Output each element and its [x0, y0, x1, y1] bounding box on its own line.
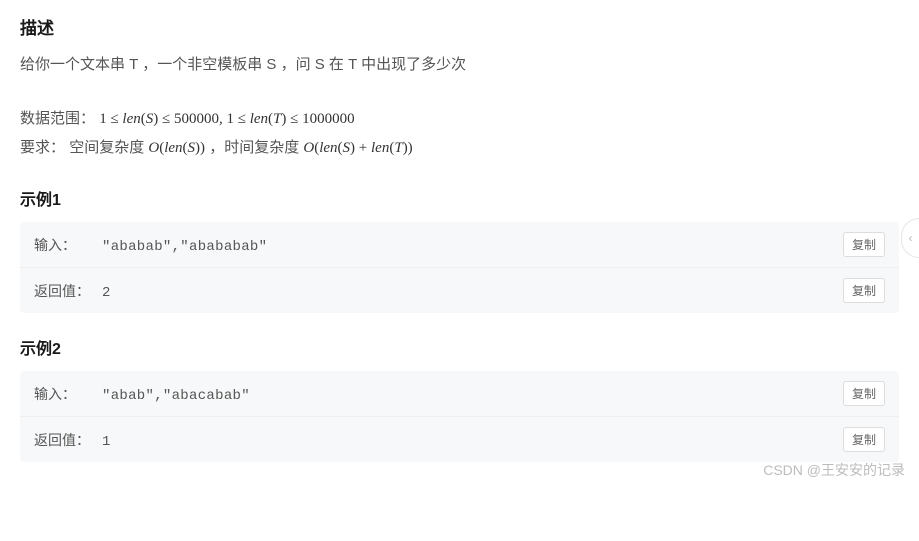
- copy-button[interactable]: 复制: [843, 232, 885, 257]
- scroll-hint-tab[interactable]: ‹: [901, 218, 919, 258]
- example-row: 返回值： 1 复制: [20, 416, 899, 462]
- watermark-text: CSDN @王安安的记录: [763, 460, 905, 480]
- copy-button[interactable]: 复制: [843, 278, 885, 303]
- space-label: 空间复杂度: [69, 139, 148, 156]
- data-range-label: 数据范围：: [20, 110, 95, 127]
- example-row: 输入： "ababab","abababab" 复制: [20, 222, 899, 267]
- data-range-line: 数据范围： 1 ≤ len(S) ≤ 500000, 1 ≤ len(T) ≤ …: [20, 105, 899, 134]
- space-formula: O(len(S)): [148, 140, 205, 156]
- example-row: 返回值： 2 复制: [20, 267, 899, 313]
- row-label-return: 返回值：: [34, 281, 98, 301]
- copy-button[interactable]: 复制: [843, 381, 885, 406]
- row-value-return: 2: [102, 285, 111, 301]
- example-block: 输入： "ababab","abababab" 复制 返回值： 2 复制: [20, 222, 899, 313]
- row-value-return: 1: [102, 434, 111, 450]
- description-text: 给你一个文本串 T ，一个非空模板串 S ，问 S 在 T 中出现了多少次: [20, 53, 899, 77]
- requirement-label: 要求：: [20, 139, 65, 156]
- row-value-input: "abab","abacabab": [102, 388, 250, 404]
- chevron-left-icon: ‹: [909, 231, 913, 245]
- row-left: 输入： "ababab","abababab": [34, 235, 267, 255]
- row-left: 输入： "abab","abacabab": [34, 384, 250, 404]
- example-row: 输入： "abab","abacabab" 复制: [20, 371, 899, 416]
- row-value-input: "ababab","abababab": [102, 239, 267, 255]
- copy-button[interactable]: 复制: [843, 427, 885, 452]
- description-heading: 描述: [20, 14, 899, 39]
- row-left: 返回值： 2: [34, 281, 111, 301]
- row-label-input: 输入：: [34, 235, 98, 255]
- time-formula: O(len(S) + len(T)): [303, 140, 412, 156]
- example-heading: 示例2: [20, 335, 899, 359]
- row-left: 返回值： 1: [34, 430, 111, 450]
- example-block: 输入： "abab","abacabab" 复制 返回值： 1 复制: [20, 371, 899, 462]
- data-range-formula: 1 ≤ len(S) ≤ 500000, 1 ≤ len(T) ≤ 100000…: [99, 111, 354, 127]
- row-label-input: 输入：: [34, 384, 98, 404]
- row-label-return: 返回值：: [34, 430, 98, 450]
- requirement-line: 要求： 空间复杂度 O(len(S)) ，时间复杂度 O(len(S) + le…: [20, 134, 899, 163]
- time-link: ，时间复杂度: [209, 139, 303, 156]
- example-heading: 示例1: [20, 186, 899, 210]
- constraints-block: 数据范围： 1 ≤ len(S) ≤ 500000, 1 ≤ len(T) ≤ …: [20, 105, 899, 162]
